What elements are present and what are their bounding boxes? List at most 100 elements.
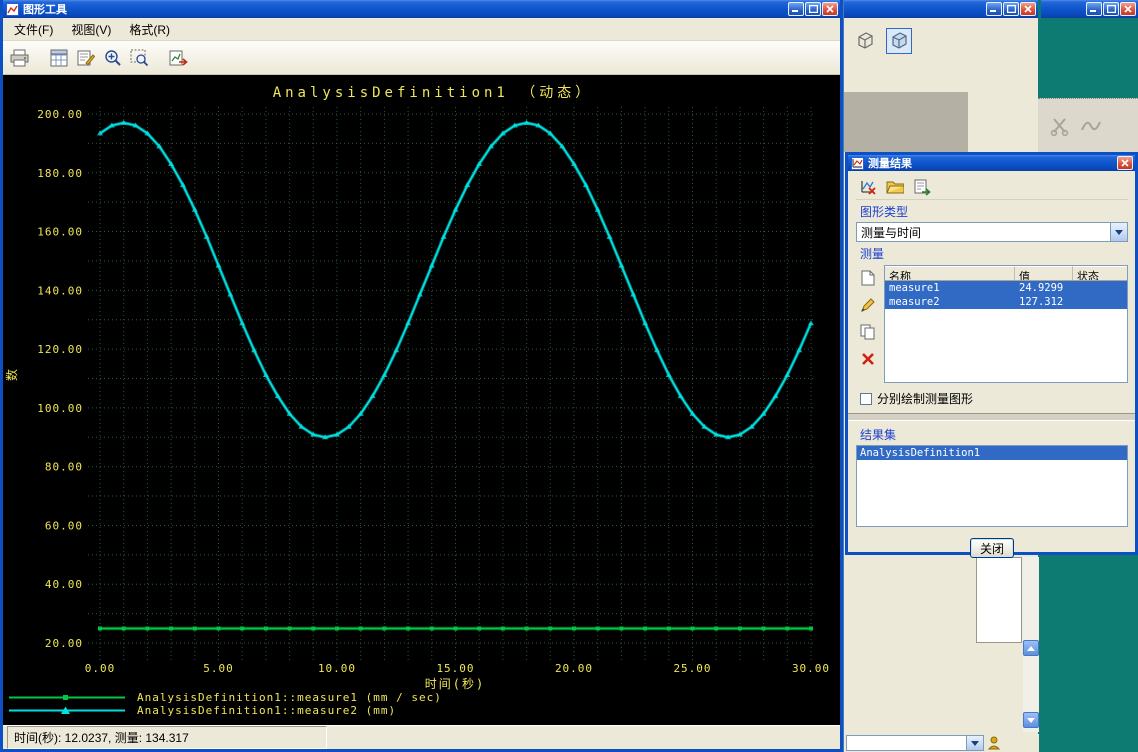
measure-actions xyxy=(856,265,880,383)
status-readout: 时间(秒): 12.0237, 测量: 134.317 xyxy=(7,726,327,749)
legend-label: AnalysisDefinition1::measure2 (mm) xyxy=(137,704,397,717)
minimize-button[interactable] xyxy=(1086,2,1102,16)
graph-type-label: 图形类型 xyxy=(860,205,909,219)
svg-text:200.00: 200.00 xyxy=(37,108,83,121)
separate-graphs-option: 分别绘制测量图形 xyxy=(860,390,1128,407)
table-row[interactable]: measure1 24.9299 xyxy=(885,281,1127,295)
dropdown-button[interactable] xyxy=(1110,223,1127,241)
svg-text:5.00: 5.00 xyxy=(203,662,234,675)
svg-text:100.00: 100.00 xyxy=(37,402,83,415)
svg-text:25.00: 25.00 xyxy=(673,662,711,675)
background-window-2-titlebar[interactable] xyxy=(1041,0,1138,18)
svg-text:120.00: 120.00 xyxy=(37,343,83,356)
scroll-down-button[interactable] xyxy=(1023,712,1039,728)
chart-legend: AnalysisDefinition1::measure1 (mm / sec)… xyxy=(7,691,840,717)
dialog-body: 图形类型 测量与时间 测量 名称 值 状态 measure1 24.9299 m… xyxy=(848,171,1135,564)
dropdown-button[interactable] xyxy=(966,736,983,750)
background-bottom-bar xyxy=(844,734,1039,752)
wireframe-view-icon[interactable] xyxy=(852,28,878,54)
panel-fragment xyxy=(976,557,1022,643)
background-window-titlebar[interactable] xyxy=(844,0,1038,18)
svg-text:15.00: 15.00 xyxy=(436,662,474,675)
col-name[interactable]: 名称 xyxy=(885,266,1015,281)
svg-text:160.00: 160.00 xyxy=(37,226,83,239)
grid-settings-button[interactable] xyxy=(46,45,71,70)
svg-text:20.00: 20.00 xyxy=(45,637,83,650)
legend-label: AnalysisDefinition1::measure1 (mm / sec) xyxy=(137,691,442,704)
close-button[interactable] xyxy=(1020,2,1036,16)
edit-measure-button[interactable] xyxy=(859,296,877,314)
menu-view[interactable]: 视图(V) xyxy=(62,18,120,41)
table-row[interactable]: measure2 127.312 xyxy=(885,295,1127,309)
curve-ghost-icon xyxy=(1081,121,1101,130)
svg-text:80.00: 80.00 xyxy=(45,461,83,474)
background-combobox[interactable] xyxy=(846,735,984,751)
maximize-button[interactable] xyxy=(805,2,821,16)
statusbar: 时间(秒): 12.0237, 测量: 134.317 xyxy=(3,725,840,749)
delete-measure-button[interactable] xyxy=(859,350,877,368)
measure-results-dialog: 测量结果 图形类型 测量与时间 测量 名称 值 状态 measure1 24.9… xyxy=(845,152,1138,558)
measures-table[interactable]: 名称 值 状态 measure1 24.9299 measure2 127.31… xyxy=(884,265,1128,383)
measures-label: 测量 xyxy=(860,247,885,261)
svg-text:数: 数 xyxy=(4,369,19,381)
dialog-icon xyxy=(851,156,864,170)
print-button[interactable] xyxy=(7,45,32,70)
arrow-up-icon xyxy=(1027,642,1035,651)
svg-text:10.00: 10.00 xyxy=(318,662,356,675)
view-toolbar xyxy=(852,28,912,54)
graph-plot-area[interactable]: 20.00 40.00 60.00 80.00 100.00 120.00 140.00 16… xyxy=(3,75,840,725)
dialog-titlebar[interactable]: 测量结果 xyxy=(848,155,1135,171)
minimize-button[interactable] xyxy=(788,2,804,16)
zoom-in-button[interactable] xyxy=(100,45,125,70)
open-file-button[interactable] xyxy=(886,178,904,196)
table-header: 名称 值 状态 xyxy=(885,266,1127,281)
draw-graph-button[interactable] xyxy=(859,178,877,196)
result-set-list[interactable]: AnalysisDefinition1 xyxy=(856,445,1128,527)
svg-text:60.00: 60.00 xyxy=(45,519,83,532)
disabled-toolbar-fragment xyxy=(1038,98,1138,152)
shaded-view-icon[interactable] xyxy=(886,28,912,54)
graph-type-combobox[interactable]: 测量与时间 xyxy=(856,222,1128,242)
maximize-button[interactable] xyxy=(1003,2,1019,16)
menu-file[interactable]: 文件(F) xyxy=(5,18,62,41)
maximize-button[interactable] xyxy=(1103,2,1119,16)
graph-tool-window: 图形工具 文件(F) 视图(V) 格式(R) 20.00 40.00 60.00… xyxy=(0,0,843,752)
close-button[interactable] xyxy=(1117,156,1133,170)
zoom-window-button[interactable] xyxy=(127,45,152,70)
result-set-label: 结果集 xyxy=(860,428,897,442)
dialog-buttons: 关闭 xyxy=(856,538,1128,558)
close-dialog-button[interactable]: 关闭 xyxy=(970,538,1014,558)
menu-format[interactable]: 格式(R) xyxy=(120,18,179,41)
dialog-title: 测量结果 xyxy=(868,158,912,170)
new-measure-button[interactable] xyxy=(859,269,877,287)
separate-graphs-label: 分别绘制测量图形 xyxy=(877,392,974,406)
measure2-line-sample xyxy=(9,706,125,714)
toolbar xyxy=(3,41,840,75)
measures-section: 名称 值 状态 measure1 24.9299 measure2 127.31… xyxy=(856,265,1128,383)
arrow-down-icon xyxy=(1027,717,1035,727)
export-button[interactable] xyxy=(913,178,931,196)
dialog-splitter[interactable] xyxy=(848,413,1135,421)
legend-entry-measure2: AnalysisDefinition1::measure2 (mm) xyxy=(7,704,840,717)
edit-sheet-button[interactable] xyxy=(73,45,98,70)
user-icon[interactable] xyxy=(988,736,1001,750)
col-value[interactable]: 值 xyxy=(1015,266,1073,281)
graph-window-titlebar[interactable]: 图形工具 xyxy=(3,0,840,18)
svg-text:时间(秒): 时间(秒) xyxy=(425,677,485,691)
cut-ghost-icon xyxy=(1050,117,1069,136)
minimize-button[interactable] xyxy=(986,2,1002,16)
svg-text:40.00: 40.00 xyxy=(45,578,83,591)
scroll-up-button[interactable] xyxy=(1023,640,1039,656)
chevron-down-icon xyxy=(971,741,979,750)
chevron-down-icon xyxy=(1115,230,1123,239)
export-graph-button[interactable] xyxy=(166,45,191,70)
graph-svg: 20.00 40.00 60.00 80.00 100.00 120.00 140.00 16… xyxy=(4,85,829,691)
col-status[interactable]: 状态 xyxy=(1073,266,1127,281)
close-button[interactable] xyxy=(822,2,838,16)
separate-graphs-checkbox[interactable] xyxy=(860,392,872,405)
graph-app-icon xyxy=(6,2,19,16)
list-item[interactable]: AnalysisDefinition1 xyxy=(857,446,1127,460)
close-button[interactable] xyxy=(1120,2,1136,16)
window-title: 图形工具 xyxy=(23,4,67,16)
copy-measure-button[interactable] xyxy=(859,323,877,341)
